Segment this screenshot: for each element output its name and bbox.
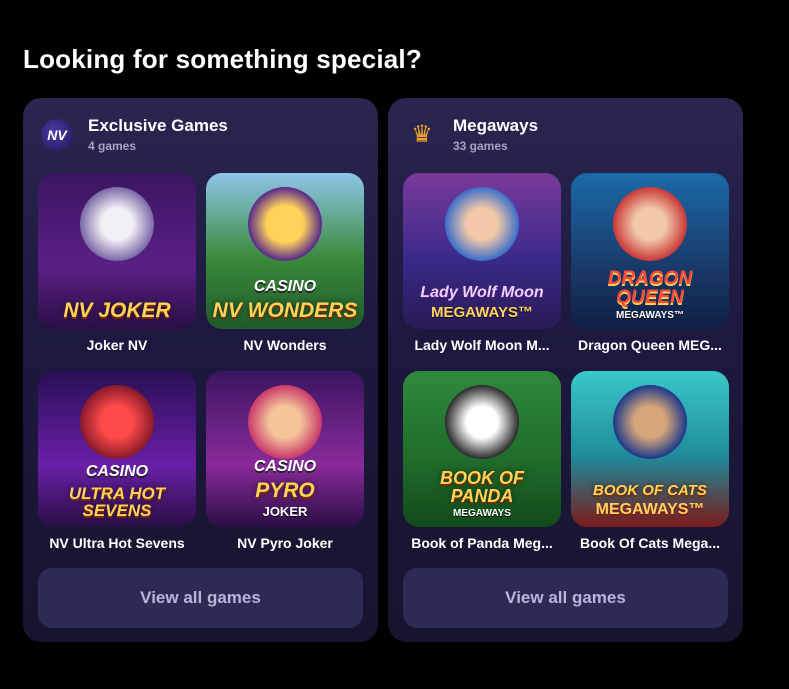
game-card[interactable]: CASINO PYRO JOKER NV Pyro Joker [206, 371, 364, 551]
panel-game-count: 4 games [88, 139, 137, 153]
game-card[interactable]: CASINO NV WONDERS NV Wonders [206, 173, 364, 353]
view-all-games-button[interactable]: View all games [38, 568, 363, 628]
view-all-games-button[interactable]: View all games [403, 568, 728, 628]
cleopatra-cat-art [613, 385, 687, 459]
panel-header: ♛ Megaways 33 games [406, 116, 538, 153]
thumbnail-title: PYRO [255, 479, 315, 502]
game-card[interactable]: BOOK OF PANDA MEGAWAYS Book of Panda Meg… [403, 371, 561, 551]
thumbnail-title: Lady Wolf Moon [420, 284, 544, 301]
game-thumbnail[interactable]: DRAGON QUEEN MEGAWAYS™ [571, 173, 729, 329]
thumbnail-title: NV JOKER [63, 299, 171, 322]
game-card[interactable]: Lady Wolf Moon MEGAWAYS™ Lady Wolf Moon … [403, 173, 561, 353]
panel-title[interactable]: Megaways [453, 116, 538, 136]
wolf-lady-art [445, 187, 519, 261]
pot-of-gold-art [248, 187, 322, 261]
thumbnail-subtitle: MEGAWAYS™ [431, 304, 533, 321]
nv-casino-logo-icon: NV [41, 118, 73, 151]
game-thumbnail[interactable]: BOOK OF PANDA MEGAWAYS [403, 371, 561, 527]
panda-art [445, 385, 519, 459]
game-title[interactable]: Book of Panda Meg... [403, 535, 561, 551]
thumbnail-brand: CASINO [253, 278, 317, 295]
thumbnail-subtitle: MEGAWAYS [453, 508, 511, 519]
game-thumbnail[interactable]: BOOK OF CATS MEGAWAYS™ [571, 371, 729, 527]
game-title[interactable]: Book Of Cats Mega... [571, 535, 729, 551]
game-thumbnail[interactable]: Lady Wolf Moon MEGAWAYS™ [403, 173, 561, 329]
thumbnail-brand: CASINO [85, 463, 149, 480]
game-title[interactable]: Joker NV [38, 337, 196, 353]
thumbnail-title: DRAGON QUEEN [607, 268, 693, 308]
game-card[interactable]: CASINO ULTRA HOT SEVENS NV Ultra Hot Sev… [38, 371, 196, 551]
game-title[interactable]: Lady Wolf Moon M... [403, 337, 561, 353]
thumbnail-subtitle: MEGAWAYS™ [595, 501, 705, 518]
crown-icon: ♛ [411, 121, 433, 148]
game-card[interactable]: DRAGON QUEEN MEGAWAYS™ Dragon Queen MEG.… [571, 173, 729, 353]
game-card[interactable]: BOOK OF CATS MEGAWAYS™ Book Of Cats Mega… [571, 371, 729, 551]
thumbnail-title: BOOK OF PANDA [440, 468, 524, 506]
thumbnail-brand: CASINO [253, 458, 317, 475]
section-heading: Looking for something special? [23, 44, 422, 74]
panel-game-count: 33 games [453, 139, 508, 153]
thumbnail-title: BOOK OF CATS [593, 482, 707, 499]
game-thumbnail[interactable]: NV JOKER [38, 173, 196, 329]
joker-art [80, 187, 154, 261]
game-thumbnail[interactable]: CASINO ULTRA HOT SEVENS [38, 371, 196, 527]
game-thumbnail[interactable]: CASINO NV WONDERS [206, 173, 364, 329]
megaways-panel: ♛ Megaways 33 games Lady Wolf Moon MEGAW… [388, 98, 743, 642]
pyro-joker-art [248, 385, 322, 459]
panel-header: NV Exclusive Games 4 games [41, 116, 228, 153]
sevens-art [80, 385, 154, 459]
game-title[interactable]: NV Ultra Hot Sevens [38, 535, 196, 551]
game-card[interactable]: NV JOKER Joker NV [38, 173, 196, 353]
game-title[interactable]: NV Wonders [206, 337, 364, 353]
panel-title[interactable]: Exclusive Games [88, 116, 228, 136]
thumbnail-subtitle: JOKER [262, 504, 308, 519]
game-thumbnail[interactable]: CASINO PYRO JOKER [206, 371, 364, 527]
game-title[interactable]: NV Pyro Joker [206, 535, 364, 551]
dragon-queen-art [613, 187, 687, 261]
thumbnail-title: ULTRA HOT SEVENS [68, 484, 166, 520]
game-title[interactable]: Dragon Queen MEG... [571, 337, 729, 353]
exclusive-games-panel: NV Exclusive Games 4 games NV JOKER Joke… [23, 98, 378, 642]
thumbnail-subtitle: MEGAWAYS™ [616, 310, 684, 321]
thumbnail-title: NV WONDERS [212, 299, 358, 322]
